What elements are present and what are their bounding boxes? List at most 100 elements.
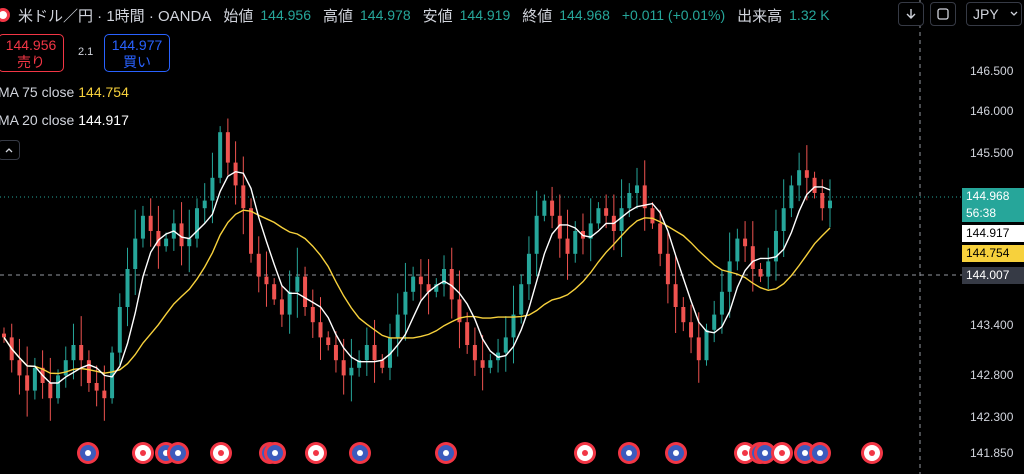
candle [272,284,277,300]
economic-event-icon[interactable] [574,442,596,464]
candle [534,215,539,254]
economic-event-icon[interactable] [771,442,793,464]
price-tick: 141.850 [970,446,1014,460]
candle [63,360,68,376]
economic-event-icon[interactable] [167,442,189,464]
economic-event-icon[interactable] [305,442,327,464]
candle [704,329,709,361]
candle [781,208,786,231]
economic-event-icon[interactable] [809,442,831,464]
candle [2,333,6,338]
sell-button[interactable]: 144.956 売り [0,34,64,72]
open-value: 144.956 [260,7,311,23]
candle [194,208,199,239]
candle [79,345,84,361]
event-markers [77,442,883,464]
economic-event-icon[interactable] [132,442,154,464]
candle [310,307,315,323]
candle [303,276,308,307]
candle [187,238,192,247]
economic-event-icon[interactable] [435,442,457,464]
candle [750,246,755,269]
candle [542,200,547,216]
candle [465,322,470,345]
candle [488,360,493,368]
ma75-legend[interactable]: MA 75 close 144.754 [0,84,129,100]
open-label: 始値 [223,7,254,25]
candle [179,223,184,247]
economic-event-icon[interactable] [861,442,883,464]
candle [249,208,254,254]
candle [696,337,701,361]
candle [797,170,802,186]
candle [604,208,609,216]
price-tick: 143.400 [970,318,1014,332]
buy-price: 144.977 [111,37,163,53]
volume-label: 出来高 [737,7,783,25]
candle [94,383,99,391]
currency-label: JPY [973,6,999,22]
candle [828,200,832,209]
candle [318,322,323,338]
last-price-tag: 144.968 [962,188,1024,205]
download-button[interactable] [898,2,924,26]
arrow-down-icon [906,9,916,19]
candle [202,200,207,209]
low-label: 安値 [422,7,453,25]
candle [681,307,686,323]
economic-event-icon[interactable] [264,442,286,464]
close-label: 終値 [522,7,553,25]
symbol-title[interactable]: 米ドル／円 · 1時間 · OANDA [18,5,211,26]
candle [573,231,578,254]
candle [472,345,477,361]
currency-select[interactable]: JPY [966,2,1022,26]
ma20-label: MA 20 close [0,112,75,128]
candle [820,193,825,209]
candle [719,291,724,315]
candle [56,375,61,399]
fullscreen-button[interactable] [930,2,956,26]
collapse-legend-button[interactable] [0,140,20,160]
economic-event-icon[interactable] [665,442,687,464]
candle [326,337,331,345]
buy-button[interactable]: 144.977 買い [104,34,170,72]
candle [395,314,400,338]
ma20-tag: 144.917 [962,225,1024,242]
ma20-legend[interactable]: MA 20 close 144.917 [0,112,129,128]
buy-label: 買い [123,54,151,70]
candle [727,261,732,292]
chevron-down-icon [1010,11,1018,16]
economic-event-icon[interactable] [77,442,99,464]
candle [743,238,748,247]
candle [32,367,37,391]
candle [17,360,22,376]
ma75-label: MA 75 close [0,84,75,100]
price-tick: 142.800 [970,368,1014,382]
candle [503,337,508,353]
candle [804,170,809,178]
economic-event-icon[interactable] [618,442,640,464]
high-label: 高値 [322,7,353,25]
economic-event-icon[interactable] [349,442,371,464]
candle [133,238,138,269]
candle [712,314,717,330]
ma75-tag: 144.754 [962,245,1024,262]
ma75-value: 144.754 [78,84,129,100]
economic-event-icon[interactable] [210,442,232,464]
candle [418,276,423,285]
candle [210,177,215,201]
candle [341,360,346,376]
candle [102,390,107,399]
candle [256,253,261,277]
change-value: +0.011 (+0.01%) [621,7,726,23]
candle [403,291,408,315]
candle [225,132,230,163]
close-value: 144.968 [559,7,610,23]
candle [411,276,416,292]
candle [650,208,655,224]
candle [766,261,771,277]
spread-value: 2.1 [78,46,94,58]
candle [526,253,531,285]
price-tick: 145.500 [970,146,1014,160]
candle [164,238,169,247]
